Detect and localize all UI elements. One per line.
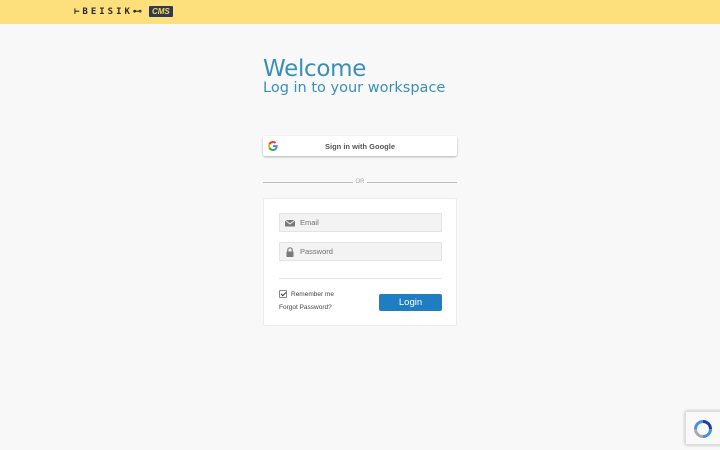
remember-me-check[interactable] [279,290,287,298]
divider-line-right [367,182,457,183]
google-g-icon [268,141,278,151]
logo-text: ⊢BEISIK⊷ [74,6,145,17]
page-title: Welcome [263,56,367,82]
form-separator [279,278,442,279]
recaptcha-icon [694,420,712,438]
google-signin-button[interactable]: Sign in with Google [263,136,457,156]
or-divider: OR [263,179,457,187]
page-subtitle: Log in to your workspace [263,80,446,96]
top-bar: ⊢BEISIK⊷ CMS [0,0,720,24]
google-signin-label: Sign in with Google [325,141,395,151]
password-field[interactable] [279,242,442,261]
login-card: Remember me Forgot Password? Login [263,198,457,326]
remember-me-checkbox[interactable]: Remember me [279,290,334,298]
recaptcha-badge[interactable] [685,411,720,445]
logo[interactable]: ⊢BEISIK⊷ CMS [74,6,173,17]
remember-me-label: Remember me [291,290,334,298]
email-field[interactable] [279,213,442,232]
lock-icon [286,247,294,257]
logo-badge: CMS [148,6,173,17]
login-button[interactable]: Login [379,294,442,311]
forgot-password-link[interactable]: Forgot Password? [279,304,332,311]
envelope-icon [285,219,295,227]
email-input[interactable] [300,214,438,231]
password-input[interactable] [300,243,438,260]
